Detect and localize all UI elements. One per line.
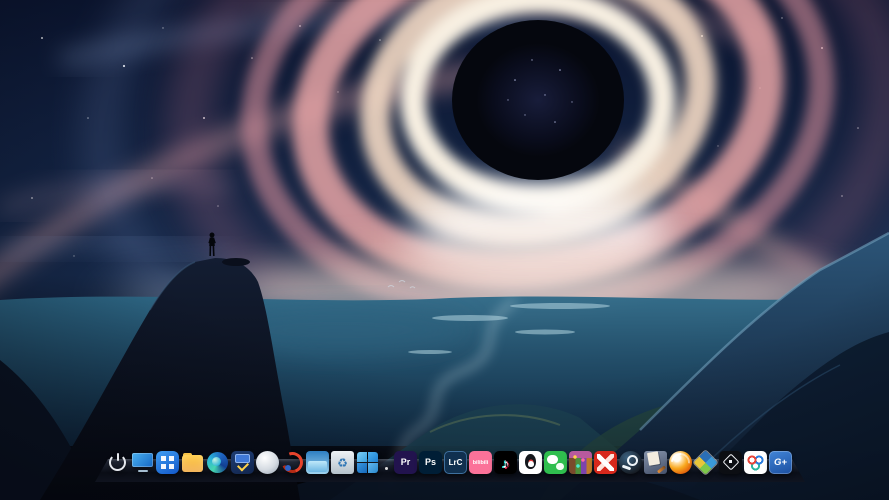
toolbox-icon[interactable] bbox=[231, 451, 254, 474]
icon-glyph bbox=[644, 451, 667, 474]
wechat-icon[interactable] bbox=[544, 451, 567, 474]
icon-glyph bbox=[306, 451, 329, 474]
dock-icons-row: ♻ Pr Ps LrC bilibili ♪ G+ bbox=[106, 451, 792, 474]
icon-glyph bbox=[619, 451, 642, 474]
steam-icon[interactable] bbox=[619, 451, 642, 474]
icon-glyph bbox=[694, 451, 717, 474]
diamond-tiles-app-icon[interactable] bbox=[694, 451, 717, 474]
icon-glyph bbox=[669, 451, 692, 474]
g-plus-app-icon[interactable]: G+ bbox=[769, 451, 792, 474]
icon-glyph bbox=[206, 451, 229, 474]
red-swirl-app-icon[interactable] bbox=[281, 451, 304, 474]
icon-glyph: LrC bbox=[448, 457, 463, 467]
icon-glyph: ♪ bbox=[502, 454, 509, 471]
icon-glyph bbox=[131, 451, 154, 474]
icon-glyph bbox=[519, 451, 542, 474]
monitor-icon[interactable] bbox=[131, 451, 154, 474]
dock-indicator-dot bbox=[385, 467, 388, 470]
icon-glyph: bilibili bbox=[472, 459, 489, 466]
adobe-premiere-icon[interactable]: Pr bbox=[394, 451, 417, 474]
icon-glyph bbox=[356, 451, 379, 474]
adobe-photoshop-icon[interactable]: Ps bbox=[419, 451, 442, 474]
desktop: ♻ Pr Ps LrC bilibili ♪ G+ bbox=[0, 0, 889, 500]
app-launcher-grid-icon[interactable] bbox=[156, 451, 179, 474]
icon-glyph: G+ bbox=[774, 456, 787, 468]
wallpaper-art bbox=[0, 0, 889, 500]
white-sphere-app-icon[interactable] bbox=[256, 451, 279, 474]
icon-glyph bbox=[569, 451, 592, 474]
icon-glyph: ♻ bbox=[337, 455, 348, 470]
recycle-bin-icon[interactable]: ♻ bbox=[331, 451, 354, 474]
power-icon[interactable] bbox=[106, 451, 129, 474]
icon-glyph bbox=[281, 451, 304, 474]
icon-glyph bbox=[744, 451, 767, 474]
edge-browser-icon[interactable] bbox=[206, 451, 229, 474]
cube-app-icon[interactable] bbox=[719, 451, 742, 474]
icon-glyph: Ps bbox=[424, 457, 436, 467]
red-game-app-icon[interactable] bbox=[594, 451, 617, 474]
icon-glyph bbox=[106, 451, 129, 474]
icon-glyph bbox=[719, 451, 742, 474]
qq-penguin-icon[interactable] bbox=[519, 451, 542, 474]
icon-glyph bbox=[156, 451, 179, 474]
icon-glyph bbox=[256, 451, 279, 474]
tri-rings-app-icon[interactable] bbox=[744, 451, 767, 474]
icon-glyph: Pr bbox=[400, 457, 411, 467]
icon-glyph bbox=[181, 451, 204, 474]
bilibili-icon[interactable]: bilibili bbox=[469, 451, 492, 474]
icon-glyph bbox=[231, 451, 254, 474]
blue-window-app-icon[interactable] bbox=[306, 451, 329, 474]
windows-tiles-icon[interactable] bbox=[356, 451, 379, 474]
orange-sphere-app-icon[interactable] bbox=[669, 451, 692, 474]
icon-glyph bbox=[544, 451, 567, 474]
pixel-game-icon[interactable] bbox=[569, 451, 592, 474]
tiktok-douyin-icon[interactable]: ♪ bbox=[494, 451, 517, 474]
file-manager-folder-icon[interactable] bbox=[181, 451, 204, 474]
adobe-lightroom-classic-icon[interactable]: LrC bbox=[444, 451, 467, 474]
documents-folder-icon[interactable] bbox=[644, 451, 667, 474]
icon-glyph bbox=[594, 451, 617, 474]
